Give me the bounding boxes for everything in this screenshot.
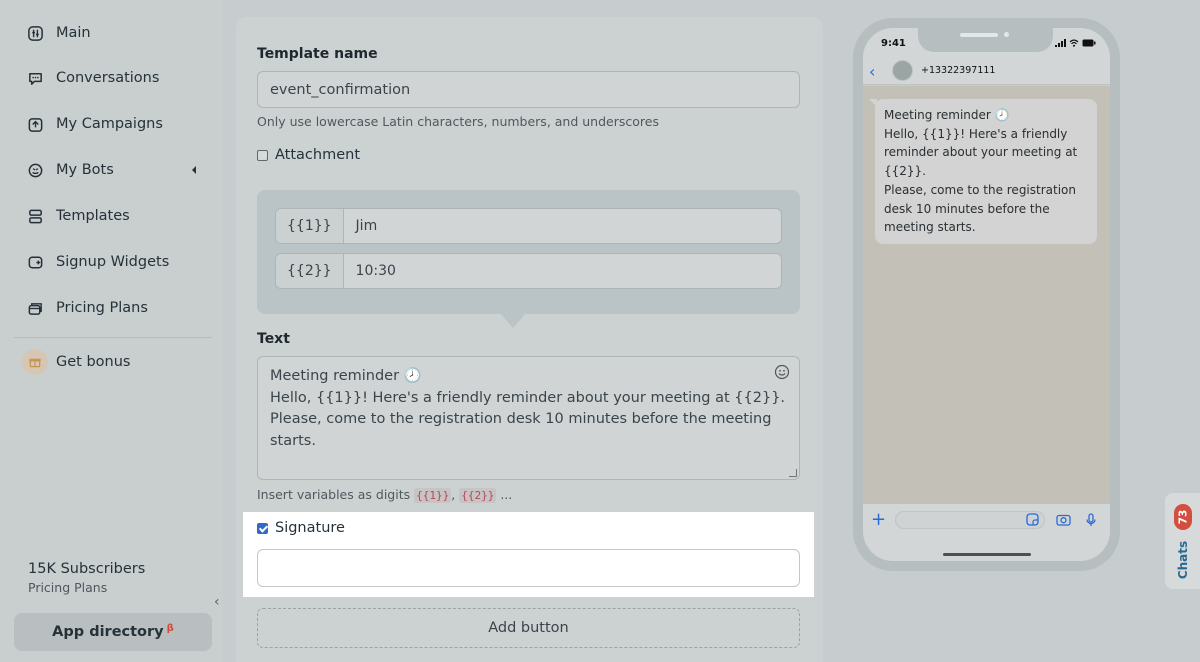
plus-icon[interactable]: + [871,509,886,530]
microphone-icon[interactable] [1086,513,1096,527]
message-input[interactable] [895,511,1045,529]
variables-hint-text: Insert variables as digits [257,487,411,502]
phone-notch [918,28,1053,52]
variable-value-input[interactable]: 10:30 [344,254,396,288]
sidebar-item-templates[interactable]: Templates [26,204,206,228]
variable-row: {{2}} 10:30 [275,253,782,289]
signature-checkbox[interactable] [257,522,268,534]
camera-icon[interactable] [1056,513,1071,526]
contact-number: +13322397111 [921,65,996,76]
subscribers-count: 15K Subscribers [28,561,146,577]
caret-left-icon [192,166,196,174]
signature-label: Signature [275,520,345,536]
avatar [892,60,913,81]
speaker-icon [960,33,998,37]
sidebar-item-main[interactable]: Main [26,21,206,45]
sidebar-item-bots[interactable]: My Bots [26,158,206,182]
app-directory-label: App directory [52,624,164,640]
gift-icon [22,349,48,375]
message-bubble: Meeting reminder 🕗 Hello, {{1}}! Here's … [875,99,1097,244]
variables-hint-code: {{2}} [459,488,497,503]
signature-checkbox-row[interactable]: Signature [257,520,345,536]
battery-icon [1082,39,1096,47]
variables-hint: Insert variables as digits {{1}}, {{2}} … [257,487,513,503]
sidebar-item-label: Main [56,25,91,41]
variables-hint-ellipsis: ... [500,487,513,502]
sticker-icon[interactable] [1026,513,1039,526]
variable-value-input[interactable]: Jim [344,209,378,243]
sidebar-item-label: My Campaigns [56,116,163,132]
pricing-icon [26,299,44,317]
phone-time: 9:41 [881,38,906,49]
phone-status-bar: 9:41 [863,28,1110,58]
template-name-hint: Only use lowercase Latin characters, num… [257,114,659,129]
emoji-icon[interactable] [774,364,790,384]
widget-icon [26,253,44,271]
sidebar-item-label: My Bots [56,162,114,178]
beta-badge: β [166,622,174,634]
wifi-icon [1069,39,1079,47]
pricing-plan-link[interactable]: Pricing Plans [28,580,107,595]
chats-tab-label-wrap: Chats [1169,541,1197,579]
text-label: Text [257,331,290,347]
variables-panel-pointer [500,313,526,328]
template-icon [26,207,44,225]
sidebar-item-conversations[interactable]: Conversations [26,66,206,90]
back-chevron-icon[interactable]: ‹ [869,62,875,81]
campaign-icon [26,115,44,133]
variable-key: {{2}} [276,254,344,288]
chat-input-bar: + [863,504,1110,561]
attachment-checkbox-row[interactable]: Attachment [257,147,360,163]
template-name-label: Template name [257,46,378,62]
variable-key: {{1}} [276,209,344,243]
chat-background: Meeting reminder 🕗 Hello, {{1}}! Here's … [863,86,1110,504]
template-name-input[interactable]: event_confirmation [257,71,800,108]
signature-input[interactable] [257,549,800,587]
sidebar-item-label: Signup Widgets [56,254,170,270]
phone-screen: 9:41 ‹ +13322397111 Meeting reminder 🕗 H… [863,28,1110,561]
status-icons [1055,39,1096,47]
main-icon [26,24,44,42]
sidebar-item-campaigns[interactable]: My Campaigns [26,112,206,136]
chats-badge-count: 73 [1177,509,1189,525]
sidebar: Main Conversations My Campaigns My Bots … [0,0,222,662]
get-bonus-button[interactable]: Get bonus [22,349,206,375]
sidebar-item-label: Conversations [56,70,160,86]
chats-badge: 73 [1174,504,1192,530]
sidebar-item-label: Pricing Plans [56,300,148,316]
chats-tab-label: Chats [1176,540,1191,580]
variable-row: {{1}} Jim [275,208,782,244]
sidebar-item-signup-widgets[interactable]: Signup Widgets [26,250,206,274]
resize-handle[interactable] [789,469,797,477]
sidebar-divider [14,337,212,338]
get-bonus-label: Get bonus [56,354,131,370]
message-text-area[interactable]: Meeting reminder 🕗 Hello, {{1}}! Here's … [257,356,800,480]
sidebar-item-label: Templates [56,208,130,224]
bot-icon [26,161,44,179]
variables-hint-code: {{1}} [414,488,452,503]
chat-bubble-icon [26,69,44,87]
variables-hint-separator: , [451,487,456,502]
home-indicator [943,553,1031,556]
attachment-label: Attachment [275,147,361,163]
app-directory-button[interactable]: App directory β [14,613,212,651]
add-button[interactable]: Add button [257,608,800,648]
attachment-checkbox[interactable] [257,149,268,161]
sidebar-item-pricing-plans[interactable]: Pricing Plans [26,296,206,320]
chats-tab[interactable]: 73 Chats [1165,493,1200,589]
collapse-sidebar-icon[interactable]: ‹ [214,594,220,610]
chat-header: ‹ +13322397111 [863,58,1110,85]
camera-dot-icon [1004,32,1009,37]
signal-icon [1055,39,1066,47]
